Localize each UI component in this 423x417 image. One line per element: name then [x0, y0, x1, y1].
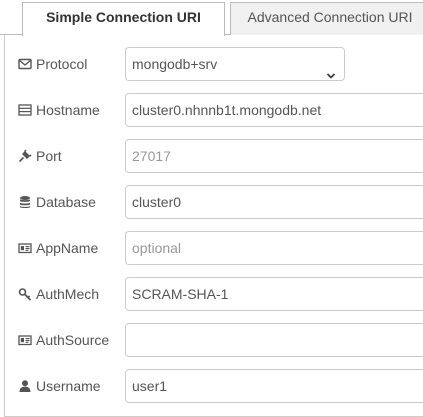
tab-bar: Simple Connection URI Advanced Connectio… — [0, 0, 423, 36]
plug-icon — [18, 149, 32, 163]
appname-label-group: AppName — [18, 231, 98, 265]
username-label-group: Username — [18, 369, 101, 403]
appname-row: AppName — [0, 231, 423, 265]
protocol-label: Protocol — [36, 56, 88, 72]
hostname-label-group: Hostname — [18, 93, 100, 127]
authmech-label-group: AuthMech — [18, 277, 99, 311]
database-label: Database — [36, 194, 96, 210]
port-label-group: Port — [18, 139, 62, 173]
appname-label: AppName — [36, 240, 99, 256]
username-row: Username — [0, 369, 423, 403]
server-icon — [18, 103, 32, 117]
port-input[interactable] — [125, 139, 423, 173]
authmech-label: AuthMech — [36, 286, 100, 302]
authsource-label: AuthSource — [36, 332, 110, 348]
hostname-label: Hostname — [36, 102, 100, 118]
id-card-icon — [18, 333, 32, 347]
tab-simple-connection-uri[interactable]: Simple Connection URI — [22, 2, 225, 36]
authmech-row: AuthMech — [0, 277, 423, 311]
database-label-group: Database — [18, 185, 96, 219]
id-card-icon — [18, 241, 32, 255]
user-icon — [18, 379, 32, 393]
authsource-row: AuthSource — [0, 323, 423, 357]
protocol-row: Protocol mongodb+srv — [0, 47, 423, 81]
authsource-input[interactable] — [125, 323, 423, 357]
hostname-input[interactable] — [125, 93, 423, 127]
database-row: Database — [0, 185, 423, 219]
username-label: Username — [36, 378, 101, 394]
key-icon — [18, 287, 32, 301]
database-icon — [18, 195, 32, 209]
database-input[interactable] — [125, 185, 423, 219]
protocol-select-value: mongodb+srv — [132, 56, 218, 72]
username-input[interactable] — [125, 369, 423, 403]
protocol-label-group: Protocol — [18, 47, 87, 81]
appname-input[interactable] — [125, 231, 423, 265]
tab-advanced-connection-uri[interactable]: Advanced Connection URI — [230, 2, 423, 35]
port-label: Port — [36, 148, 62, 164]
hostname-row: Hostname — [0, 93, 423, 127]
envelope-icon — [18, 57, 32, 71]
authmech-input[interactable] — [125, 277, 423, 311]
authsource-label-group: AuthSource — [18, 323, 109, 357]
port-row: Port — [0, 139, 423, 173]
chevron-down-icon — [326, 60, 336, 79]
protocol-select[interactable]: mongodb+srv — [125, 47, 345, 81]
